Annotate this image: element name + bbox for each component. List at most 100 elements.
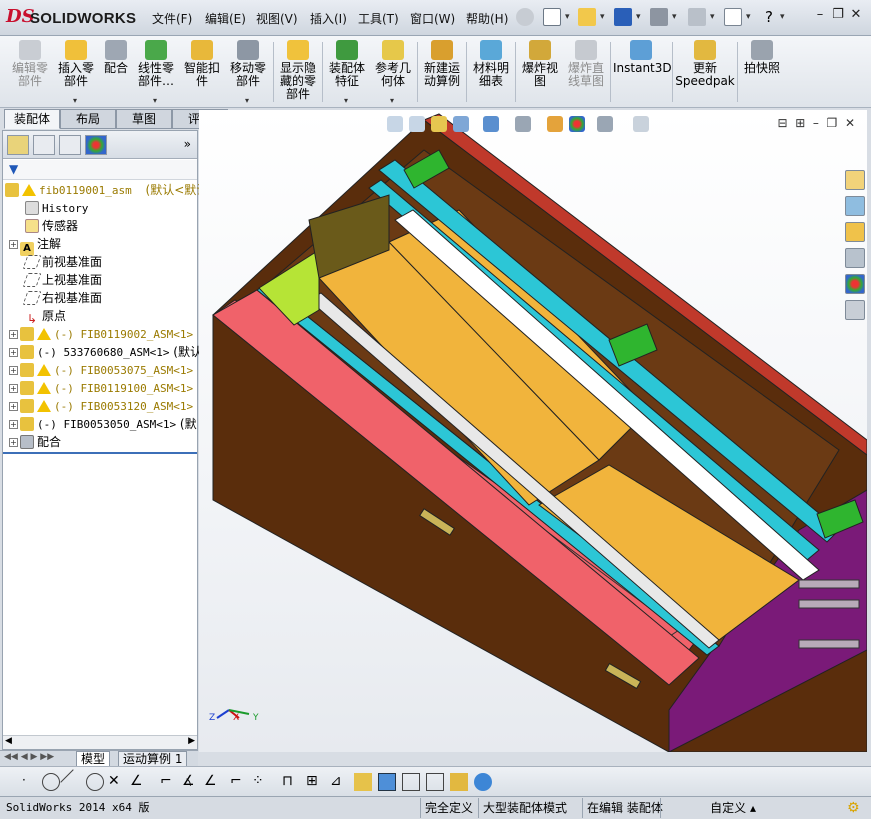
print-dropdown-arrow[interactable]: ▾ bbox=[672, 12, 677, 22]
tree-end-rollback-bar[interactable] bbox=[3, 452, 197, 454]
tile-horizontal-icon[interactable]: ⊟ bbox=[777, 116, 787, 130]
new-document-icon[interactable] bbox=[543, 8, 561, 26]
rebuild-status-icon[interactable]: ⚙ bbox=[843, 798, 864, 818]
assembly-model[interactable]: Z X Y bbox=[199, 110, 867, 752]
new-motion-study-button[interactable]: 新建运 动算例 bbox=[420, 38, 464, 88]
line-icon[interactable] bbox=[60, 769, 86, 795]
tree-component[interactable]: + (-) FIB0119100_ASM<1> bbox=[9, 379, 193, 397]
trim-icon[interactable]: ✕ bbox=[108, 773, 126, 791]
relations-icon[interactable]: ⊿ bbox=[330, 773, 348, 791]
tab-model[interactable]: 模型 bbox=[76, 751, 111, 767]
linear-component-pattern-button[interactable]: 线性零 部件… ▾ bbox=[134, 38, 178, 105]
expand-icon[interactable]: + bbox=[9, 420, 18, 429]
horizontal-scrollbar[interactable]: ◀ ▶ bbox=[3, 735, 197, 749]
custom-properties-icon[interactable] bbox=[845, 300, 865, 320]
viewport-close-icon[interactable]: ✕ bbox=[845, 116, 855, 130]
scroll-left-icon[interactable]: ◀ bbox=[5, 736, 12, 746]
tab-motion-study[interactable]: 运动算例 1 bbox=[118, 751, 188, 767]
undo-icon[interactable] bbox=[688, 8, 706, 26]
previous-view-icon[interactable] bbox=[431, 116, 447, 132]
section-view-icon[interactable] bbox=[453, 116, 469, 132]
tree-component[interactable]: + (-) 533760680_ASM<1> (默认 bbox=[9, 343, 202, 361]
update-speedpak-button[interactable]: 更新 Speedpak bbox=[675, 38, 735, 88]
viewport-minimize-icon[interactable]: – bbox=[813, 116, 819, 130]
zoom-to-fit-icon[interactable] bbox=[387, 116, 403, 132]
fillet-icon[interactable]: ⌐ bbox=[160, 773, 178, 791]
mirror-icon[interactable]: ⁘ bbox=[252, 773, 270, 791]
grid-icon[interactable]: ⊞ bbox=[306, 773, 324, 791]
circle-icon[interactable] bbox=[42, 773, 60, 791]
offset-icon[interactable]: ∠ bbox=[204, 773, 222, 791]
menu-file[interactable]: 文件(F) bbox=[152, 10, 192, 27]
shaded-cube-icon[interactable] bbox=[378, 773, 396, 791]
design-library-icon[interactable] bbox=[845, 196, 865, 216]
tree-origin[interactable]: ↳ 原点 bbox=[25, 307, 66, 326]
chamfer-icon[interactable]: ∡ bbox=[182, 773, 200, 791]
view-orientation-icon[interactable] bbox=[483, 116, 499, 132]
expand-icon[interactable]: + bbox=[9, 438, 18, 447]
show-hidden-components-button[interactable]: 显示隐 藏的零 部件 bbox=[276, 38, 320, 101]
appearances-icon[interactable] bbox=[845, 274, 865, 294]
menu-window[interactable]: 窗口(W) bbox=[410, 10, 455, 27]
expand-icon[interactable]: + bbox=[9, 348, 18, 357]
open-folder-icon[interactable] bbox=[578, 8, 596, 26]
expand-icon[interactable]: + bbox=[9, 240, 18, 249]
bill-of-materials-button[interactable]: 材料明 细表 bbox=[469, 38, 513, 88]
pin-icon[interactable] bbox=[516, 8, 534, 26]
tab-layout[interactable]: 布局 bbox=[60, 109, 116, 129]
tree-sensors[interactable]: 传感器 bbox=[25, 217, 78, 235]
tree-component[interactable]: + (-) FIB0053050_ASM<1> (默 bbox=[9, 415, 197, 433]
tab-assembly[interactable]: 装配体 bbox=[4, 109, 60, 129]
print-icon[interactable] bbox=[650, 8, 668, 26]
rebuild-icon[interactable] bbox=[474, 773, 492, 791]
undo-dropdown-arrow[interactable]: ▾ bbox=[710, 12, 715, 22]
menu-tools[interactable]: 工具(T) bbox=[358, 10, 399, 27]
assembly-features-dropdown[interactable]: ▾ bbox=[344, 94, 348, 107]
tree-component[interactable]: + (-) FIB0053075_ASM<1> bbox=[9, 361, 193, 379]
feature-tree-icon[interactable] bbox=[7, 135, 29, 155]
solidworks-resources-icon[interactable] bbox=[845, 170, 865, 190]
tab-nav-arrows-icon[interactable]: ◀◀ ◀ ▶ ▶▶ bbox=[4, 752, 54, 762]
minimize-icon[interactable]: – bbox=[811, 7, 829, 22]
menu-edit[interactable]: 编辑(E) bbox=[205, 10, 246, 27]
take-snapshot-button[interactable]: 拍快照 bbox=[740, 38, 784, 75]
tab-sketch[interactable]: 草图 bbox=[116, 109, 172, 129]
exploded-view-button[interactable]: 爆炸视 图 bbox=[518, 38, 562, 88]
smart-fasteners-button[interactable]: 智能扣 件 bbox=[180, 38, 224, 88]
save-icon[interactable] bbox=[614, 8, 632, 26]
tree-mates[interactable]: + 配合 bbox=[9, 433, 61, 451]
tree-component[interactable]: + (-) FIB0053120_ASM<1> bbox=[9, 397, 193, 415]
hide-show-items-icon[interactable] bbox=[547, 116, 563, 132]
reference-geometry-button[interactable]: 参考几 何体 ▾ bbox=[371, 38, 415, 105]
expand-icon[interactable]: + bbox=[9, 402, 18, 411]
move-component-dropdown[interactable]: ▾ bbox=[245, 94, 249, 107]
property-manager-icon[interactable] bbox=[33, 135, 55, 155]
extend-icon[interactable]: ∠ bbox=[130, 773, 148, 791]
convert-entities-icon[interactable]: ⌐ bbox=[230, 773, 248, 791]
view-settings-icon[interactable] bbox=[633, 116, 649, 132]
point-icon[interactable]: · bbox=[22, 773, 40, 791]
mate-button[interactable]: 配合 bbox=[100, 38, 132, 75]
insert-components-button[interactable]: 插入零 部件 ▾ bbox=[54, 38, 98, 105]
hidden-lines-cube-icon[interactable] bbox=[426, 773, 444, 791]
help-question-icon[interactable]: ? bbox=[760, 8, 778, 26]
menu-view[interactable]: 视图(V) bbox=[256, 10, 298, 27]
new-dropdown-arrow[interactable]: ▾ bbox=[565, 12, 570, 22]
reference-geometry-dropdown[interactable]: ▾ bbox=[390, 94, 394, 107]
filter-funnel-icon[interactable]: ▼ bbox=[9, 162, 18, 176]
tree-annotations[interactable]: + A 注解 bbox=[9, 235, 61, 256]
menu-help[interactable]: 帮助(H) bbox=[466, 10, 508, 27]
display-manager-icon[interactable] bbox=[85, 135, 107, 155]
tree-history[interactable]: History bbox=[25, 199, 88, 217]
tree-right-plane[interactable]: 右视基准面 bbox=[22, 289, 102, 307]
file-explorer-icon[interactable] bbox=[845, 222, 865, 242]
open-dropdown-arrow[interactable]: ▾ bbox=[600, 12, 605, 22]
measure-icon[interactable] bbox=[354, 773, 372, 791]
tree-front-plane[interactable]: 前视基准面 bbox=[22, 253, 102, 271]
assembly-features-button[interactable]: 装配体 特征 ▾ bbox=[325, 38, 369, 105]
view-palette-icon[interactable] bbox=[845, 248, 865, 268]
expand-icon[interactable]: + bbox=[9, 330, 18, 339]
dimension-icon[interactable]: ⊓ bbox=[282, 773, 300, 791]
units-selector[interactable]: 自定义 ▴ bbox=[660, 798, 760, 818]
help-dropdown-arrow[interactable]: ▾ bbox=[780, 12, 785, 22]
